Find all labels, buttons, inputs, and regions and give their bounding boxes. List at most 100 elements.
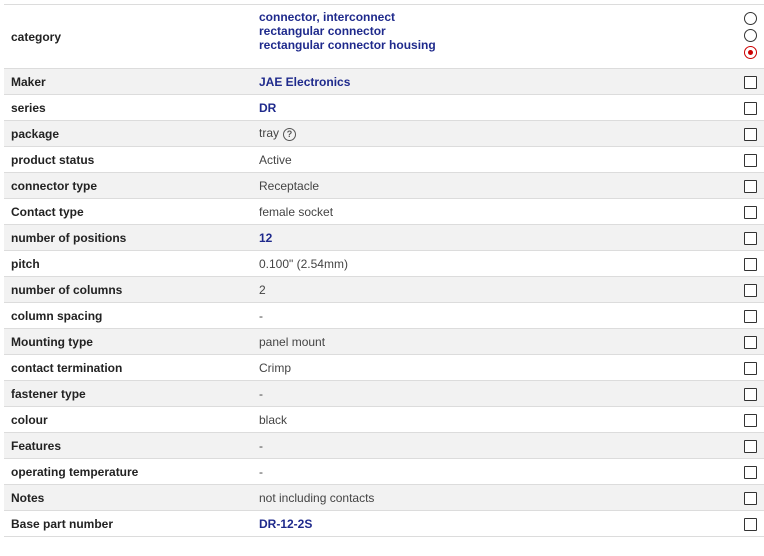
attribute-value-link[interactable]: 12 bbox=[259, 231, 272, 245]
attribute-value: 0.100" (2.54mm) bbox=[259, 256, 348, 271]
attribute-checkbox[interactable] bbox=[743, 179, 757, 193]
attribute-row: number of positions 12 bbox=[4, 224, 764, 251]
attribute-value-cell: JAE Electronics bbox=[259, 68, 729, 95]
attribute-select-cell bbox=[729, 354, 764, 381]
attribute-value: 2 bbox=[259, 282, 266, 297]
attribute-select-cell bbox=[729, 94, 764, 121]
attribute-row: Maker JAE Electronics bbox=[4, 68, 764, 95]
attribute-value: Receptacle bbox=[259, 178, 320, 193]
attribute-row: number of columns 2 bbox=[4, 276, 764, 303]
attribute-row: Features - bbox=[4, 432, 764, 459]
category-radio-0[interactable] bbox=[743, 12, 757, 25]
attribute-row: column spacing - bbox=[4, 302, 764, 329]
attribute-checkbox[interactable] bbox=[743, 309, 757, 323]
attribute-select-cell bbox=[729, 380, 764, 407]
attribute-value: - bbox=[259, 308, 263, 323]
attribute-label: connector type bbox=[4, 172, 259, 199]
attribute-checkbox[interactable] bbox=[743, 257, 757, 271]
attribute-value-cell: DR bbox=[259, 94, 729, 121]
attribute-value-cell: 2 bbox=[259, 276, 729, 303]
attribute-value-link[interactable]: DR-12-2S bbox=[259, 517, 312, 531]
attribute-label: Base part number bbox=[4, 510, 259, 537]
attribute-select-cell bbox=[729, 484, 764, 511]
attribute-row: Contact type female socket bbox=[4, 198, 764, 225]
attribute-value-link[interactable]: DR bbox=[259, 101, 276, 115]
attribute-checkbox[interactable] bbox=[743, 491, 757, 505]
attribute-table: category connector, interconnect rectang… bbox=[4, 4, 764, 537]
attribute-checkbox[interactable] bbox=[743, 283, 757, 297]
attribute-select-cell bbox=[729, 302, 764, 329]
category-row: category connector, interconnect rectang… bbox=[4, 4, 764, 69]
attribute-value: tray bbox=[259, 126, 280, 141]
attribute-label: number of positions bbox=[4, 224, 259, 251]
attribute-value-link[interactable]: JAE Electronics bbox=[259, 75, 350, 89]
attribute-label: package bbox=[4, 120, 259, 147]
attribute-value: - bbox=[259, 438, 263, 453]
attribute-checkbox[interactable] bbox=[743, 205, 757, 219]
attribute-checkbox[interactable] bbox=[743, 361, 757, 375]
category-radio-2[interactable] bbox=[743, 46, 757, 59]
attribute-value: black bbox=[259, 412, 288, 427]
attribute-label: Maker bbox=[4, 68, 259, 95]
attribute-select-cell bbox=[729, 172, 764, 199]
attribute-row: package tray? bbox=[4, 120, 764, 147]
attribute-label: colour bbox=[4, 406, 259, 433]
attribute-checkbox[interactable] bbox=[743, 387, 757, 401]
attribute-select-cell bbox=[729, 510, 764, 537]
attribute-label: pitch bbox=[4, 250, 259, 277]
attribute-checkbox[interactable] bbox=[743, 127, 757, 141]
question-circle-icon[interactable]: ? bbox=[283, 127, 297, 141]
attribute-checkbox[interactable] bbox=[743, 231, 757, 245]
attribute-value: Active bbox=[259, 152, 292, 167]
attribute-label: product status bbox=[4, 146, 259, 173]
attribute-row: fastener type - bbox=[4, 380, 764, 407]
attribute-select-cell bbox=[729, 120, 764, 147]
attribute-row: Mounting type panel mount bbox=[4, 328, 764, 355]
category-link-0[interactable]: connector, interconnect bbox=[259, 10, 729, 24]
attribute-row: contact termination Crimp bbox=[4, 354, 764, 381]
attribute-select-cell bbox=[729, 68, 764, 95]
attribute-row: product status Active bbox=[4, 146, 764, 173]
attribute-label: contact termination bbox=[4, 354, 259, 381]
attribute-label: column spacing bbox=[4, 302, 259, 329]
attribute-checkbox[interactable] bbox=[743, 101, 757, 115]
attribute-checkbox[interactable] bbox=[743, 465, 757, 479]
category-link-1[interactable]: rectangular connector bbox=[259, 24, 729, 38]
attribute-label: operating temperature bbox=[4, 458, 259, 485]
attribute-value: Crimp bbox=[259, 360, 291, 375]
attribute-select-cell bbox=[729, 406, 764, 433]
category-label: category bbox=[4, 4, 259, 69]
attribute-value-cell: female socket bbox=[259, 198, 729, 225]
category-link-2[interactable]: rectangular connector housing bbox=[259, 38, 729, 52]
attribute-row: connector type Receptacle bbox=[4, 172, 764, 199]
attribute-value-cell: - bbox=[259, 432, 729, 459]
attribute-value-cell: not including contacts bbox=[259, 484, 729, 511]
attribute-select-cell bbox=[729, 146, 764, 173]
attribute-label: Notes bbox=[4, 484, 259, 511]
attribute-row: operating temperature - bbox=[4, 458, 764, 485]
attribute-value: - bbox=[259, 464, 263, 479]
attribute-row: pitch 0.100" (2.54mm) bbox=[4, 250, 764, 277]
attribute-value-cell: - bbox=[259, 458, 729, 485]
attribute-value-cell: Active bbox=[259, 146, 729, 173]
attribute-checkbox[interactable] bbox=[743, 517, 757, 531]
attribute-value-cell: - bbox=[259, 380, 729, 407]
attribute-checkbox[interactable] bbox=[743, 153, 757, 167]
attribute-checkbox[interactable] bbox=[743, 75, 757, 89]
attribute-value: female socket bbox=[259, 204, 334, 219]
attribute-checkbox[interactable] bbox=[743, 335, 757, 349]
category-radio-1[interactable] bbox=[743, 29, 757, 42]
attribute-select-cell bbox=[729, 276, 764, 303]
attribute-value-cell: Receptacle bbox=[259, 172, 729, 199]
attribute-select-cell bbox=[729, 328, 764, 355]
attribute-value-cell: - bbox=[259, 302, 729, 329]
attribute-select-cell bbox=[729, 432, 764, 459]
attribute-checkbox[interactable] bbox=[743, 439, 757, 453]
attribute-value-cell: 12 bbox=[259, 224, 729, 251]
attribute-checkbox[interactable] bbox=[743, 413, 757, 427]
attribute-row: Base part number DR-12-2S bbox=[4, 510, 764, 537]
attribute-select-cell bbox=[729, 224, 764, 251]
attribute-select-cell bbox=[729, 198, 764, 225]
attribute-label: Mounting type bbox=[4, 328, 259, 355]
attribute-select-cell bbox=[729, 250, 764, 277]
